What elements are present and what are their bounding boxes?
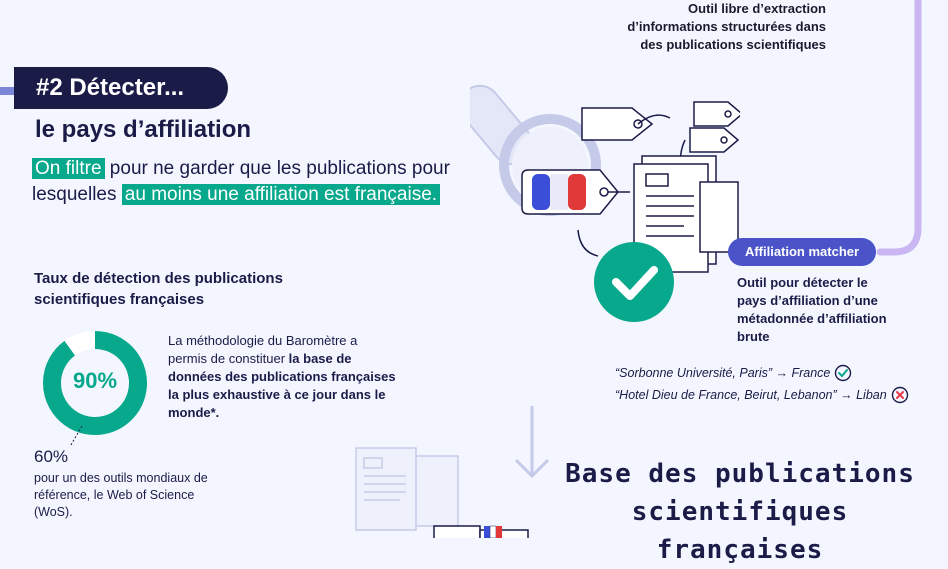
example-hotel-dieu: “Hotel Dieu de France, Beirut, Lebanon” …	[615, 386, 909, 404]
grobid-tool-description: Outil libre d’extraction d’informations …	[566, 0, 826, 54]
highlight-filter: On filtre	[32, 158, 105, 179]
cross-icon	[891, 386, 908, 404]
document-icon	[355, 447, 459, 531]
french-flag-icon	[521, 169, 630, 215]
note-line-3: des publications scientifiques	[640, 37, 826, 52]
highlight-affiliation: au moins une affiliation est française.	[121, 184, 441, 205]
donut-percent-label: 90%	[72, 368, 118, 393]
detection-illustration	[470, 84, 740, 322]
french-flag-icon	[433, 525, 529, 538]
example-text: “Sorbonne Université, Paris” → France	[615, 366, 831, 380]
example-sorbonne: “Sorbonne Université, Paris” → France	[615, 364, 852, 382]
wos-description: pour un des outils mondiaux de référence…	[34, 471, 208, 519]
note-line-2: d’informations structurées dans	[627, 19, 826, 34]
purple-connector	[876, 0, 922, 256]
note-line-1: Outil libre d’extraction	[688, 1, 826, 16]
step-subtitle: le pays d’affiliation	[35, 116, 252, 143]
rate-title: Taux de détection des publications scien…	[34, 270, 283, 308]
example-text: “Hotel Dieu de France, Beirut, Lebanon” …	[615, 388, 887, 402]
affiliation-matcher-badge: Affiliation matcher	[728, 238, 876, 266]
check-icon	[835, 364, 852, 382]
methodology-text: La méthodologie du Baromètre a permis de…	[168, 332, 398, 422]
check-circle-icon	[594, 242, 674, 322]
arrow-icon	[577, 229, 599, 257]
step-pill: #2 Détecter...	[14, 67, 228, 109]
publications-documents-illustration	[355, 447, 529, 538]
wos-percent: 60%	[34, 447, 69, 466]
matcher-description: Outil pour détecter le pays d’affiliatio…	[737, 275, 887, 344]
base-title: Base des publications scientifiques fran…	[565, 459, 915, 565]
lead-paragraph: On filtre pour ne garder que les publica…	[32, 156, 462, 208]
